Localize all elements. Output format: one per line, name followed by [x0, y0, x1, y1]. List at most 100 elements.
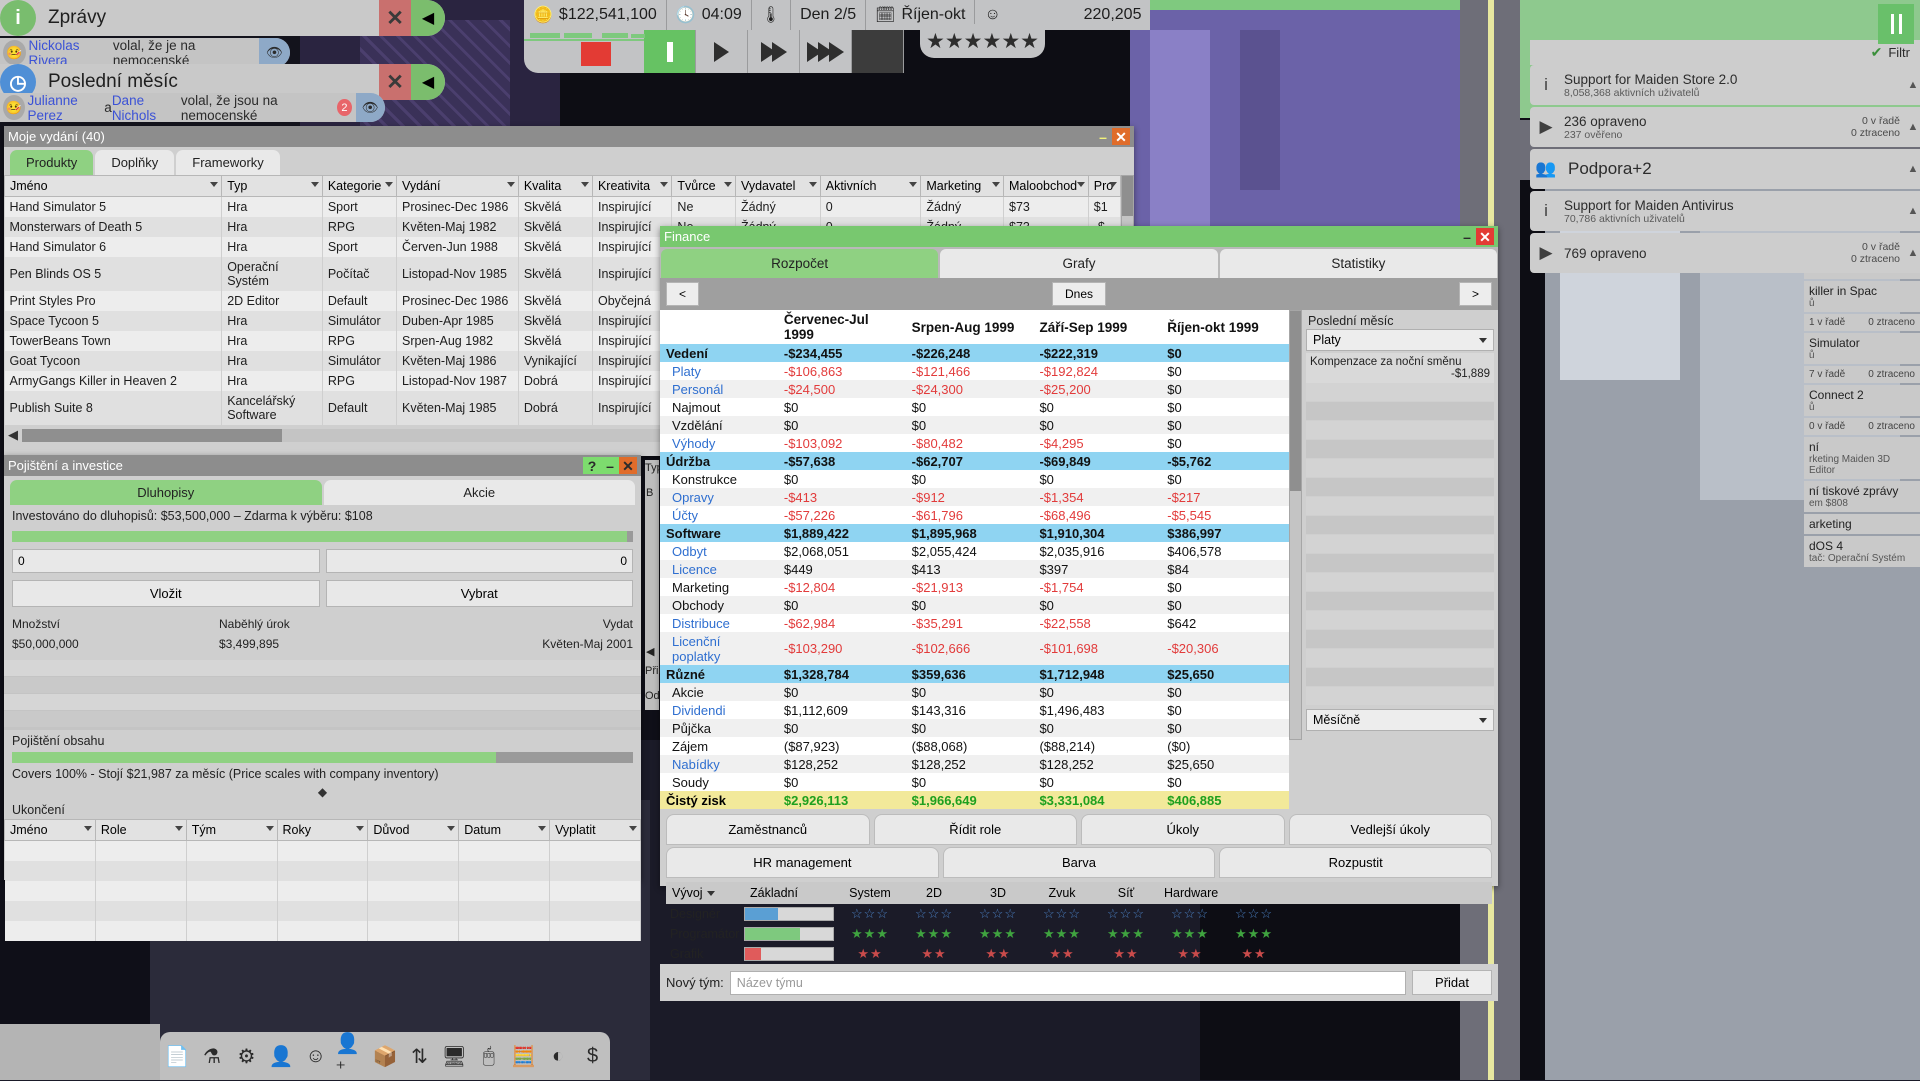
sort-caret-icon[interactable]	[210, 182, 219, 187]
finance-row[interactable]: Výhody -$103,092 -$80,482 -$4,295 $0	[660, 434, 1289, 452]
finance-row[interactable]: Personál -$24,500 -$24,300 -$25,200 $0	[660, 380, 1290, 398]
flask-icon[interactable]: ⚗	[197, 1041, 227, 1071]
sort-caret-icon[interactable]	[723, 182, 732, 187]
scroll-left-icon[interactable]: ◀	[646, 645, 654, 658]
tab-grafy[interactable]: Grafy	[940, 249, 1218, 278]
finance-row[interactable]: Software $1,889,422 $1,895,968 $1,910,304 $3…	[660, 524, 1290, 542]
tab-frameworky[interactable]: Frameworky	[176, 150, 280, 175]
column-header[interactable]: Role	[94, 819, 187, 841]
person-add-icon[interactable]: 👤⁺	[335, 1033, 365, 1080]
chevron-up-icon[interactable]: ▲	[1906, 247, 1920, 259]
speed-play-button[interactable]	[696, 30, 748, 73]
tab-doplnky[interactable]: Doplňky	[95, 150, 175, 175]
table-row[interactable]	[4, 861, 641, 881]
finance-row[interactable]: Čistý zisk $2,926,113 $1,966,649 $3,331,084…	[660, 791, 1290, 809]
minimize-icon[interactable]: –	[601, 457, 619, 474]
speed-fast-button[interactable]	[748, 30, 800, 73]
column-header[interactable]: Tým	[185, 819, 278, 841]
speed-extra-button[interactable]	[852, 30, 904, 73]
sort-caret-icon[interactable]	[660, 182, 669, 187]
right-edge-item[interactable]: Simulator ů	[1804, 333, 1920, 364]
monitor-icon[interactable]: 🖥	[439, 1041, 469, 1071]
hr-tab[interactable]: Rozpustit	[1219, 847, 1493, 878]
finance-row[interactable]: Půjčka $0 $0 $0 $0	[660, 719, 1290, 737]
column-header[interactable]: Vydání	[395, 175, 519, 197]
slider-handle[interactable]: ◆	[4, 785, 641, 799]
next-period-button[interactable]: >	[1459, 282, 1493, 306]
column-header[interactable]: Typ	[221, 175, 323, 197]
close-icon[interactable]: ✕	[1476, 228, 1494, 245]
column-header[interactable]: Vydavatel	[734, 175, 821, 197]
skill-filter-select[interactable]: Vývoj	[666, 882, 744, 904]
deposit-input[interactable]: 0	[12, 549, 320, 573]
notification-sub-2[interactable]: 🤒 Julianne Perez a Dane Nichols volal, ž…	[0, 93, 386, 123]
right-edge-item[interactable]: killer in Spac ů	[1804, 281, 1920, 312]
table-row[interactable]	[4, 840, 641, 861]
skill-row[interactable]: Grafik ★★ ★★ ★★ ★★ ★★ ★★ ★★	[666, 944, 1492, 964]
sort-caret-icon[interactable]	[992, 182, 1000, 187]
sort-caret-icon[interactable]	[629, 826, 637, 831]
finance-row[interactable]: Dividendi $1,112,609 $143,316 $1,496,483 $0	[660, 701, 1289, 719]
finance-row[interactable]: Soudy $0 $0 $0 $0	[660, 773, 1289, 791]
sort-caret-icon[interactable]	[447, 826, 456, 831]
sort-caret-icon[interactable]	[538, 826, 547, 831]
support-card[interactable]: i Support for Maiden Store 2.0 8,058,368 a…	[1530, 65, 1920, 105]
sort-caret-icon[interactable]	[310, 182, 319, 187]
chevron-up-icon[interactable]: ▲	[1906, 205, 1920, 217]
sort-caret-icon[interactable]	[506, 182, 515, 187]
column-header[interactable]: Jméno	[3, 175, 223, 197]
minimize-icon[interactable]: –	[1094, 128, 1112, 145]
sort-caret-icon[interactable]	[580, 182, 589, 187]
column-header[interactable]: Aktivních	[819, 175, 922, 197]
right-edge-item[interactable]: ní tiskové zprávy em $808	[1804, 481, 1920, 512]
help-icon[interactable]: ?	[583, 457, 601, 474]
close-icon[interactable]: ✕	[379, 0, 411, 36]
finance-row[interactable]: Najmout $0 $0 $0 $0	[660, 398, 1289, 416]
filter-bar[interactable]: ✔ Filtr	[1530, 40, 1920, 65]
finance-row[interactable]: Distribuce -$62,984 -$35,291 -$22,558 $642	[660, 614, 1289, 632]
right-edge-item[interactable]: dOS 4 tač: Operační Systém	[1804, 536, 1920, 567]
finance-row[interactable]: Obchody $0 $0 $0 $0	[660, 596, 1290, 614]
sort-caret-icon[interactable]	[174, 826, 183, 831]
column-header[interactable]: Kategorie	[321, 175, 397, 197]
chart-icon[interactable]: ◐	[543, 1041, 573, 1071]
new-team-input[interactable]: Název týmu	[729, 970, 1407, 995]
column-header[interactable]: Vyplatit	[549, 819, 641, 841]
finance-row[interactable]: Různé $1,328,784 $359,636 $1,712,948 $25,650	[660, 665, 1290, 683]
window-titlebar[interactable]: Finance – ✕	[660, 226, 1498, 247]
calculator-icon[interactable]: 🧮	[508, 1041, 538, 1071]
column-header[interactable]: Důvod	[367, 819, 460, 841]
support-card[interactable]: i Support for Maiden Antivirus 70,786 akti…	[1530, 191, 1920, 231]
insurance-window[interactable]: Pojištění a investice ? – ✕ Dluhopisy Ak…	[4, 455, 641, 941]
column-header[interactable]: Tvůrce	[671, 175, 736, 197]
finance-row[interactable]: Vzdělání $0 $0 $0 $0	[660, 416, 1290, 434]
tab-rozpocet[interactable]: Rozpočet	[661, 249, 939, 278]
side-period-select[interactable]: Měsíčně	[1306, 709, 1494, 731]
hr-tab[interactable]: Úkoly	[1081, 814, 1285, 845]
mouse-icon[interactable]: 🖱	[474, 1041, 504, 1071]
column-header[interactable]: Marketing	[920, 175, 1004, 197]
sort-caret-icon[interactable]	[808, 182, 817, 187]
dollar-icon[interactable]: $	[578, 1041, 608, 1071]
support-card[interactable]: 👥 Podpora+2 ▲	[1530, 149, 1920, 189]
today-button[interactable]: Dnes	[1052, 282, 1107, 306]
close-icon[interactable]: ✕	[619, 457, 637, 474]
finance-row[interactable]: Odbyt $2,068,051 $2,055,424 $2,035,916 $406,…	[660, 542, 1289, 560]
column-header[interactable]: Maloobchod	[1003, 175, 1089, 197]
tab-produkty[interactable]: Produkty	[10, 150, 94, 175]
sort-caret-icon[interactable]	[384, 182, 393, 187]
column-header[interactable]: Pro	[1087, 175, 1122, 197]
sort-caret-icon[interactable]	[909, 182, 918, 187]
finance-window[interactable]: Finance – ✕ Rozpočet Grafy Statistiky < …	[660, 226, 1498, 1001]
speed-fastest-button[interactable]	[800, 30, 852, 73]
collapse-arrow-icon[interactable]: ◀	[411, 0, 445, 36]
column-header[interactable]: Kvalita	[517, 175, 593, 197]
column-header[interactable]: Datum	[458, 819, 551, 841]
finance-row[interactable]: Zájem ($87,923) ($88,068) ($88,214) ($0)	[660, 737, 1289, 755]
box-icon[interactable]: 📦	[370, 1041, 400, 1071]
right-edge-item[interactable]: 1 v řadě 0 ztraceno	[1804, 314, 1920, 331]
chevron-up-icon[interactable]: ▲	[1906, 121, 1920, 133]
finance-row[interactable]: Účty -$57,226 -$61,796 -$68,496 -$5,545	[660, 506, 1289, 524]
transfer-icon[interactable]: ⇅	[405, 1041, 435, 1071]
table-row[interactable]	[4, 881, 641, 901]
